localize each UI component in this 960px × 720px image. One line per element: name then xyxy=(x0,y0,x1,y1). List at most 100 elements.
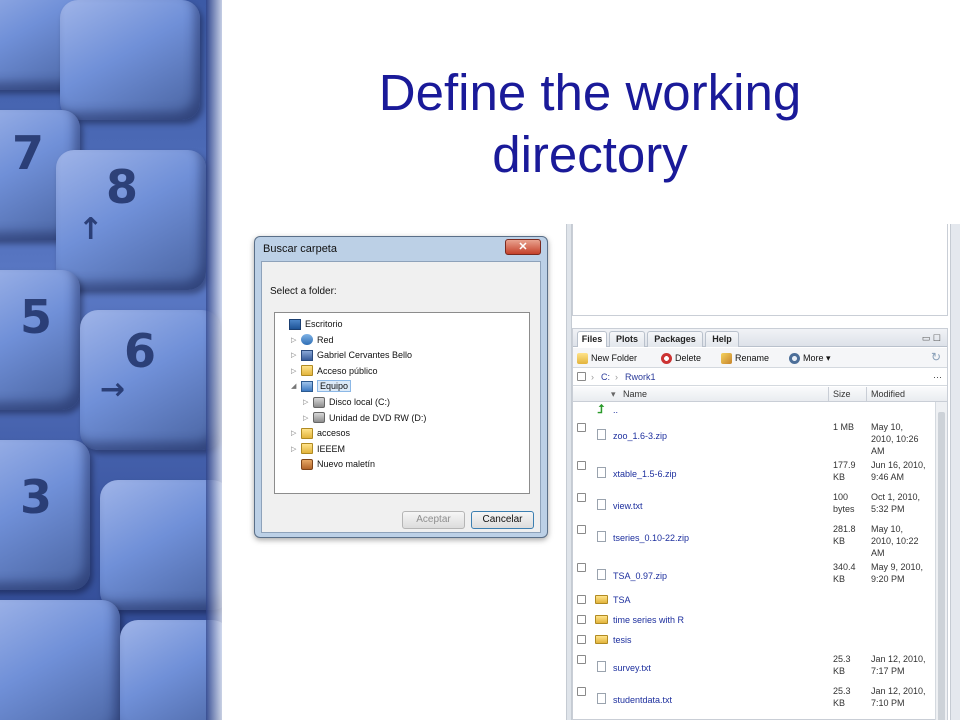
delete-button[interactable]: Delete xyxy=(661,351,701,365)
title-line: Define the working xyxy=(378,64,802,121)
delete-label: Delete xyxy=(675,353,702,363)
expand-toggle-icon[interactable]: ▷ xyxy=(303,414,313,422)
folder-tree-item[interactable]: ▷ Red xyxy=(291,333,334,347)
file-checkbox[interactable] xyxy=(577,563,586,572)
file-name-link[interactable]: tesis xyxy=(613,635,632,645)
breadcrumb-separator-icon: › xyxy=(615,372,618,382)
expand-toggle-icon[interactable]: ▷ xyxy=(291,351,301,359)
more-button[interactable]: More ▾ xyxy=(789,351,831,365)
breadcrumb-folder[interactable]: Rwork1 xyxy=(625,372,656,382)
expand-toggle-icon[interactable]: ▷ xyxy=(291,445,301,453)
folder-icon xyxy=(595,635,608,644)
ellipsis-button[interactable]: ··· xyxy=(933,372,942,382)
file-modified-line: 5:32 PM xyxy=(871,504,905,514)
file-size-line: 1 MB xyxy=(833,422,855,432)
file-size-line: bytes xyxy=(833,504,855,514)
folder-tree-item[interactable]: ▷ IEEEM xyxy=(291,442,345,456)
column-size[interactable]: Size xyxy=(833,389,851,399)
folder-tree-label: accesos xyxy=(317,428,351,439)
close-icon: ✕ xyxy=(518,241,528,253)
file-checkbox[interactable] xyxy=(577,423,586,432)
file-name-link[interactable]: survey.txt xyxy=(613,663,651,673)
tab-help[interactable]: Help xyxy=(705,331,739,347)
folder-tree-item[interactable]: ◢ Equipo xyxy=(291,379,352,393)
file-name-link[interactable]: zoo_1.6-3.zip xyxy=(613,431,667,441)
file-name-link[interactable]: xtable_1.5-6.zip xyxy=(613,469,677,479)
file-name-link[interactable]: view.txt xyxy=(613,501,643,511)
folder-tree-label: Gabriel Cervantes Bello xyxy=(317,350,413,361)
folder-tree-label: Acceso público xyxy=(317,365,378,376)
parent-folder-link[interactable]: .. xyxy=(613,405,618,415)
file-size-line: 281.8 xyxy=(833,524,856,534)
file-modified-line: AM xyxy=(871,446,885,456)
folder-tree[interactable]: Escritorio ▷ Red ▷ Gabriel Cervantes Bello ▷ A… xyxy=(274,312,530,494)
files-toolbar: New Folder Delete Rename More ▾ ↻ xyxy=(573,348,947,368)
file-icon xyxy=(597,531,606,542)
file-checkbox[interactable] xyxy=(577,493,586,502)
parent-folder-icon[interactable]: ⮥ xyxy=(597,402,604,417)
select-all-checkbox[interactable] xyxy=(577,372,586,381)
file-size-line: 25.3 xyxy=(833,654,851,664)
file-modified: Oct 1, 2010, 5:32 PM xyxy=(871,491,937,515)
expand-toggle-icon[interactable]: ▷ xyxy=(291,336,301,344)
file-checkbox[interactable] xyxy=(577,635,586,644)
folder-tree-item[interactable]: ▷ Gabriel Cervantes Bello xyxy=(291,348,412,362)
folder-tree-item[interactable]: Escritorio xyxy=(279,317,343,331)
tab-files[interactable]: Files xyxy=(577,331,607,347)
tab-plots[interactable]: Plots xyxy=(609,331,645,347)
folder-icon xyxy=(301,365,313,377)
expand-toggle-icon[interactable]: ▷ xyxy=(291,367,301,375)
file-size: 25.3 KB xyxy=(833,653,867,677)
file-name-link[interactable]: time series with R xyxy=(613,615,684,625)
maximize-icon[interactable]: ☐ xyxy=(933,333,941,343)
file-checkbox[interactable] xyxy=(577,615,586,624)
user-icon xyxy=(301,349,313,361)
folder-tree-item[interactable]: ▷ Unidad de DVD RW (D:) xyxy=(303,411,426,425)
file-size-line: KB xyxy=(833,574,846,584)
folder-tree-item[interactable]: ▷ Disco local (C:) xyxy=(303,395,390,409)
expand-toggle-icon[interactable]: ▷ xyxy=(291,429,301,437)
file-icon xyxy=(597,467,606,478)
column-modified[interactable]: Modified xyxy=(871,389,905,399)
file-list-header: ▾ Name Size Modified xyxy=(573,387,947,402)
file-icon xyxy=(597,499,606,510)
file-size: 25.3 KB xyxy=(833,685,867,709)
dialog-body: Select a folder: Escritorio ▷ Red ▷ Gabriel … xyxy=(261,261,541,533)
folder-icon xyxy=(301,443,313,455)
file-modified-line: 2010, 10:22 xyxy=(871,536,919,546)
close-button[interactable]: ✕ xyxy=(505,239,541,255)
pane-edge xyxy=(950,224,960,720)
new-folder-button[interactable]: New Folder xyxy=(577,351,637,365)
file-checkbox[interactable] xyxy=(577,655,586,664)
file-checkbox[interactable] xyxy=(577,525,586,534)
column-divider xyxy=(866,387,867,402)
gear-icon xyxy=(789,352,800,364)
refresh-icon[interactable]: ↻ xyxy=(931,350,941,364)
file-modified: May 9, 2010, 9:20 PM xyxy=(871,561,937,585)
file-name-link[interactable]: TSA_0.97.zip xyxy=(613,571,667,581)
tab-packages[interactable]: Packages xyxy=(647,331,703,347)
keyboard-key: 3 xyxy=(0,440,90,590)
cancel-button[interactable]: Cancelar xyxy=(471,511,534,529)
strip-edge xyxy=(206,0,222,720)
file-checkbox[interactable] xyxy=(577,687,586,696)
expand-toggle-icon[interactable]: ▷ xyxy=(303,398,313,406)
file-name-link[interactable]: TSA xyxy=(613,595,631,605)
folder-tree-item[interactable]: ▷ Acceso público xyxy=(291,364,378,378)
file-size-line: KB xyxy=(833,666,846,676)
file-checkbox[interactable] xyxy=(577,461,586,470)
column-name[interactable]: Name xyxy=(623,389,647,399)
file-name-link[interactable]: tseries_0.10-22.zip xyxy=(613,533,689,543)
folder-tree-item[interactable]: Nuevo maletín xyxy=(291,457,375,471)
expand-toggle-icon[interactable]: ◢ xyxy=(291,382,301,390)
breadcrumb-drive[interactable]: C: xyxy=(601,372,610,382)
accept-button[interactable]: Aceptar xyxy=(402,511,465,529)
scrollbar-thumb[interactable] xyxy=(938,412,945,720)
folder-tree-item[interactable]: ▷ accesos xyxy=(291,426,350,440)
new-folder-icon xyxy=(577,352,588,364)
minimize-icon[interactable]: ▭ xyxy=(922,333,931,343)
vertical-scrollbar[interactable] xyxy=(935,402,947,720)
file-checkbox[interactable] xyxy=(577,595,586,604)
rename-button[interactable]: Rename xyxy=(721,351,769,365)
file-name-link[interactable]: studentdata.txt xyxy=(613,695,672,705)
